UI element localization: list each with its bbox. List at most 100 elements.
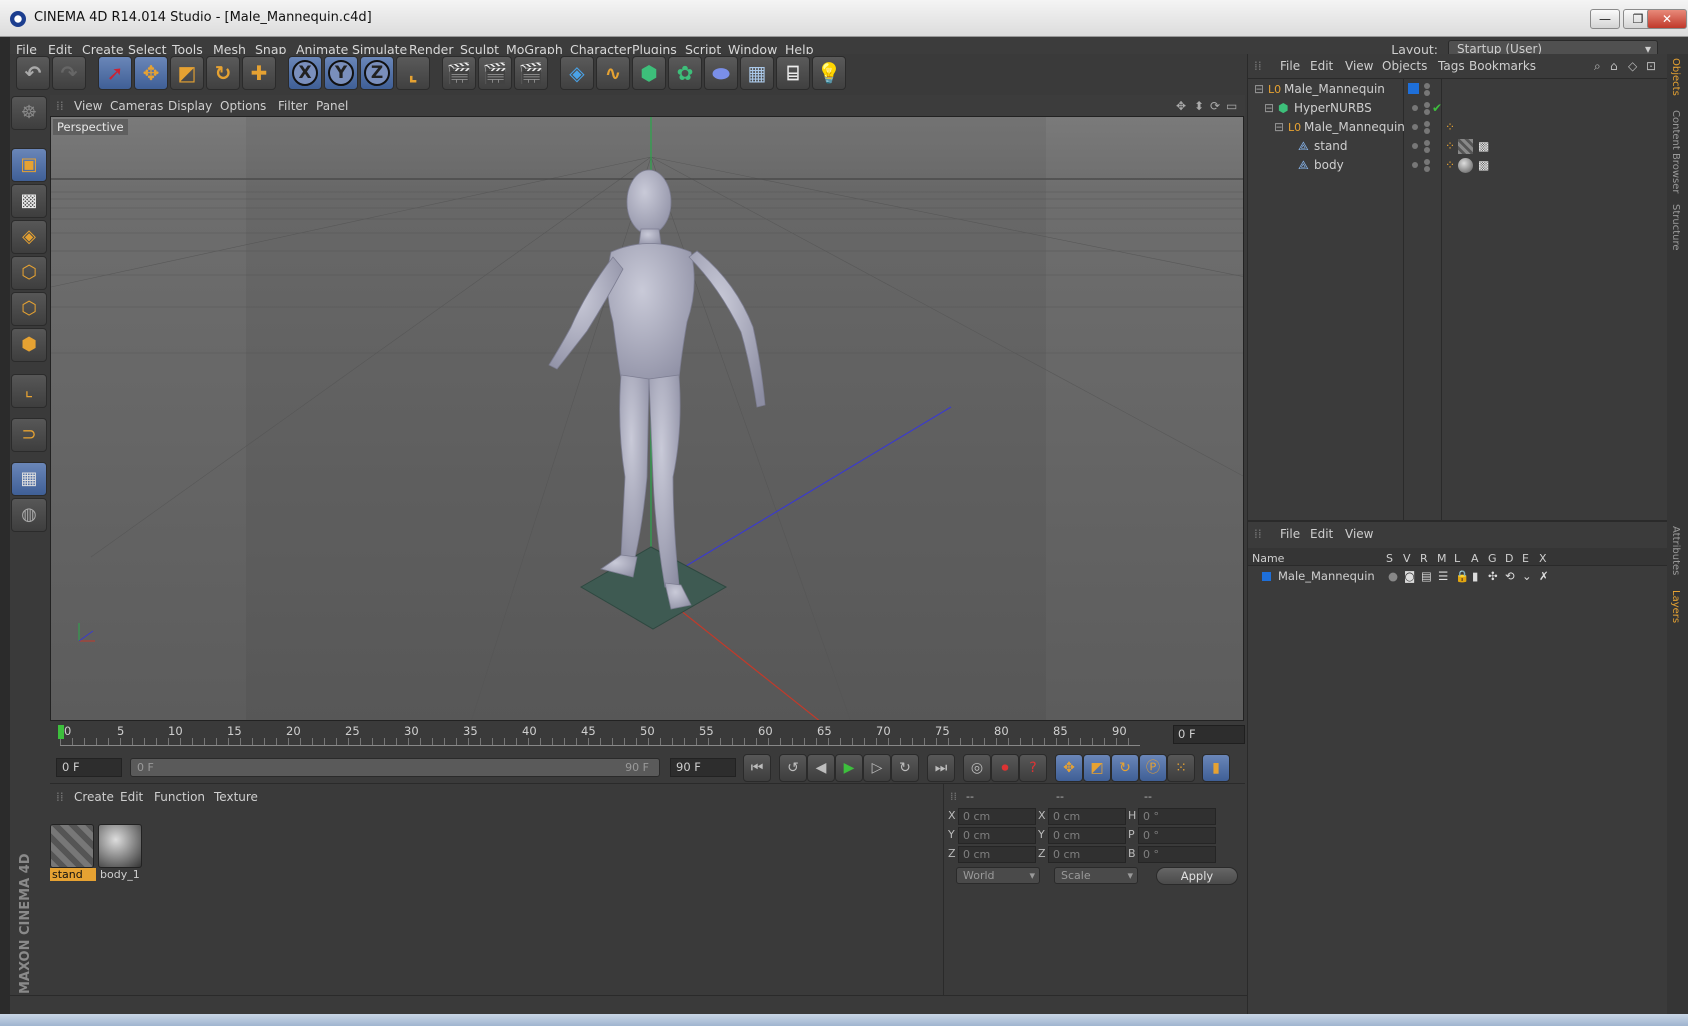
tab-structure[interactable]: Structure — [1670, 204, 1681, 251]
manager-icon[interactable]: ☰ — [1438, 567, 1448, 586]
object-row[interactable]: ⊟ L0 Male_Mannequin ⁘ — [1248, 118, 1668, 137]
object-row[interactable]: ⊟ L0 Male_Mannequin — [1248, 80, 1668, 99]
obj-menu-tags[interactable]: Tags — [1438, 59, 1465, 73]
end-frame-field[interactable]: 90 F — [670, 758, 736, 777]
checkmark-icon[interactable]: ✔ — [1432, 99, 1442, 118]
expand-icon[interactable]: ⊟ — [1264, 99, 1274, 118]
material-tag-icon[interactable] — [1458, 158, 1473, 173]
coordinate-space-dropdown[interactable]: World ▾ — [956, 867, 1040, 884]
render-dot[interactable] — [1424, 166, 1430, 172]
enabled-dot[interactable] — [1412, 162, 1418, 168]
tab-layers[interactable]: Layers — [1670, 590, 1681, 623]
close-button[interactable]: ✕ — [1647, 9, 1687, 29]
obj-menu-bookmarks[interactable]: Bookmarks — [1469, 59, 1536, 73]
visibility-dot[interactable] — [1424, 159, 1430, 165]
solo-icon[interactable]: ● — [1388, 567, 1398, 586]
texture-mode-icon[interactable]: ▩ — [11, 184, 47, 218]
size-y-field[interactable]: 0 cm — [1048, 827, 1126, 844]
layer-col-g[interactable]: G — [1488, 552, 1497, 565]
layer-menu-edit[interactable]: Edit — [1310, 527, 1333, 541]
expressions-icon[interactable]: ⌄ — [1522, 567, 1532, 586]
render-view-icon[interactable]: 🎬 — [442, 56, 476, 90]
layer-menu-file[interactable]: File — [1280, 527, 1300, 541]
timeline-window-icon[interactable]: ▮ — [1202, 754, 1230, 782]
render-dot[interactable] — [1424, 109, 1430, 115]
phong-tag-icon[interactable]: ⁘ — [1445, 137, 1455, 156]
tab-attributes[interactable]: Attributes — [1670, 526, 1681, 575]
home-icon[interactable]: ⌂ — [1610, 59, 1618, 73]
search-icon[interactable]: ⌕ — [1594, 59, 1601, 74]
perspective-viewport[interactable]: Perspective — [50, 116, 1244, 721]
generators-icon[interactable]: ✣ — [1488, 567, 1498, 586]
material-body[interactable]: body_1 — [98, 824, 144, 881]
position-z-field[interactable]: 0 cm — [958, 846, 1036, 863]
expand-icon[interactable]: ⊟ — [1254, 80, 1264, 99]
render-dot[interactable] — [1424, 147, 1430, 153]
size-mode-dropdown[interactable]: Scale ▾ — [1054, 867, 1138, 884]
animation-icon[interactable]: ▮ — [1472, 567, 1478, 586]
locked-workplane-icon[interactable]: ▦ — [11, 462, 47, 496]
enabled-dot[interactable] — [1412, 143, 1418, 149]
obj-menu-file[interactable]: File — [1280, 59, 1300, 73]
rotate-view-icon[interactable]: ⟳ — [1210, 99, 1220, 113]
render-picture-viewer-icon[interactable]: 🎬 — [478, 56, 512, 90]
magnet-icon[interactable]: ⊃ — [11, 418, 47, 452]
obj-menu-view[interactable]: View — [1345, 59, 1373, 73]
record-point-level-icon[interactable]: ⁙ — [1167, 754, 1195, 782]
scene-floor-icon[interactable]: ▦ — [740, 56, 774, 90]
record-scale-icon[interactable]: ◩ — [1083, 754, 1111, 782]
current-frame-field[interactable]: 0 F — [1173, 725, 1245, 744]
layer-col-m[interactable]: M — [1437, 552, 1447, 565]
record-position-icon[interactable]: ✥ — [1055, 754, 1083, 782]
render-icon[interactable]: ▤ — [1421, 567, 1432, 586]
layer-col-e[interactable]: E — [1522, 552, 1529, 565]
texture-tag-icon[interactable]: ▩ — [1478, 156, 1489, 175]
layer-col-v[interactable]: V — [1403, 552, 1411, 565]
record-rotation-icon[interactable]: ↻ — [1111, 754, 1139, 782]
goto-end-icon[interactable]: ⏭ — [927, 754, 955, 782]
phong-tag-icon[interactable]: ⁘ — [1445, 156, 1455, 175]
record-parameter-icon[interactable]: Ⓟ — [1139, 754, 1167, 782]
position-x-field[interactable]: 0 cm — [958, 808, 1036, 825]
previous-key-icon[interactable]: ↺ — [779, 754, 807, 782]
back-icon[interactable]: ◇ — [1628, 59, 1637, 73]
start-frame-field[interactable]: 0 F — [56, 758, 122, 777]
position-y-field[interactable]: 0 cm — [958, 827, 1036, 844]
range-slider[interactable]: 0 F 90 F — [130, 758, 660, 777]
add-icon[interactable]: ✚ — [242, 56, 276, 90]
mat-menu-texture[interactable]: Texture — [214, 790, 258, 804]
layer-color-swatch[interactable] — [1408, 83, 1419, 94]
cube-icon[interactable]: ◈ — [560, 56, 594, 90]
keyframe-selection-icon[interactable]: ? — [1019, 754, 1047, 782]
vp-menu-cameras[interactable]: Cameras — [110, 99, 163, 113]
object-row[interactable]: ⟁ body ⁘ ▩ — [1248, 156, 1668, 175]
layer-col-name[interactable]: Name — [1252, 552, 1284, 565]
apply-button[interactable]: Apply — [1156, 867, 1238, 885]
next-key-icon[interactable]: ↻ — [891, 754, 919, 782]
deformer-icon[interactable]: ⬬ — [704, 56, 738, 90]
layer-row[interactable]: Male_Mannequin ● ◙ ▤ ☰ 🔒 ▮ ✣ ⟲ ⌄ ✗ — [1248, 567, 1668, 586]
rotation-p-field[interactable]: 0 ° — [1138, 827, 1216, 844]
zoom-view-icon[interactable]: ⬍ — [1194, 99, 1204, 113]
scale-icon[interactable]: ◩ — [170, 56, 204, 90]
minimize-button[interactable]: — — [1590, 9, 1620, 29]
mat-menu-function[interactable]: Function — [154, 790, 205, 804]
move-view-icon[interactable]: ✥ — [1176, 99, 1186, 113]
coordinate-system-icon[interactable]: ⌞ — [396, 56, 430, 90]
light-icon[interactable]: 💡 — [812, 56, 846, 90]
layer-col-s[interactable]: S — [1386, 552, 1393, 565]
camera-icon[interactable]: ⌸ — [776, 56, 810, 90]
planar-workplane-icon[interactable]: ◍ — [11, 498, 47, 532]
tab-content-browser[interactable]: Content Browser — [1670, 110, 1681, 193]
select-icon[interactable]: ➚ — [98, 56, 132, 90]
nurbs-icon[interactable]: ⬢ — [632, 56, 666, 90]
visibility-dot[interactable] — [1424, 102, 1430, 108]
xref-icon[interactable]: ✗ — [1539, 567, 1549, 586]
expand-icon[interactable]: ⊟ — [1274, 118, 1284, 137]
size-x-field[interactable]: 0 cm — [1048, 808, 1126, 825]
move-icon[interactable]: ✥ — [134, 56, 168, 90]
polygons-mode-icon[interactable]: ⬢ — [11, 328, 47, 362]
object-row[interactable]: ⊟ ⬢ HyperNURBS ✔ — [1248, 99, 1668, 118]
view-eye-icon[interactable]: ◙ — [1404, 567, 1415, 586]
array-icon[interactable]: ✿ — [668, 56, 702, 90]
